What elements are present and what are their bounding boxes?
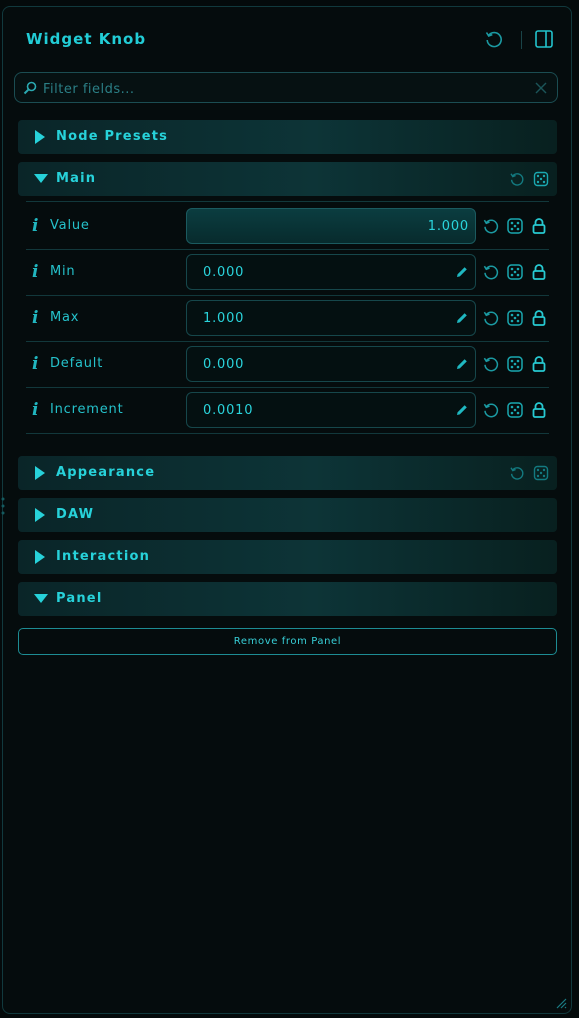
field-value: 1.000 <box>203 311 245 326</box>
section-node-presets[interactable]: Node Presets <box>18 120 557 154</box>
field-row-default: i Default 0.000 <box>26 341 549 387</box>
filter-input[interactable] <box>41 78 525 100</box>
expand-triangle-icon <box>35 466 45 480</box>
field-value: 1.000 <box>427 219 469 234</box>
section-label: Interaction <box>56 549 151 564</box>
section-label: Panel <box>56 591 103 606</box>
expand-triangle-icon <box>35 550 45 564</box>
field-label: Default <box>50 356 104 371</box>
randomize-icon[interactable] <box>506 401 524 419</box>
info-icon[interactable]: i <box>32 400 38 420</box>
randomize-icon[interactable] <box>506 355 524 373</box>
resize-handle-icon[interactable] <box>555 997 567 1009</box>
info-icon[interactable]: i <box>32 354 38 374</box>
lock-icon[interactable] <box>530 217 548 235</box>
remove-from-panel-button[interactable]: Remove from Panel <box>18 628 557 655</box>
reset-icon[interactable] <box>482 401 500 419</box>
field-value: 0.000 <box>203 265 245 280</box>
info-icon[interactable]: i <box>32 262 38 282</box>
lock-icon[interactable] <box>530 309 548 327</box>
field-value: 0.0010 <box>203 403 254 418</box>
field-row-value: i Value 1.000 <box>26 203 549 249</box>
search-icon <box>23 81 37 95</box>
field-row-min: i Min 0.000 <box>26 249 549 295</box>
reset-icon[interactable] <box>482 217 500 235</box>
info-icon[interactable]: i <box>32 216 38 236</box>
divider <box>26 201 549 202</box>
field-label: Value <box>50 218 90 233</box>
lock-icon[interactable] <box>530 263 548 281</box>
max-field[interactable]: 1.000 <box>186 300 476 336</box>
expand-triangle-icon <box>35 130 45 144</box>
edit-pencil-icon[interactable] <box>455 265 469 279</box>
field-label: Max <box>50 310 80 325</box>
section-label: Appearance <box>56 465 156 480</box>
field-label: Increment <box>50 402 124 417</box>
inspector-panel: Widget Knob Node Presets <box>2 6 572 1014</box>
randomize-icon[interactable] <box>506 263 524 281</box>
section-label: DAW <box>56 507 95 522</box>
randomize-section-icon[interactable] <box>533 171 549 187</box>
reset-icon[interactable] <box>482 309 500 327</box>
section-panel[interactable]: Panel <box>18 582 557 616</box>
panel-header: Widget Knob <box>3 7 573 69</box>
divider <box>26 433 549 434</box>
field-value: 0.000 <box>203 357 245 372</box>
field-label: Min <box>50 264 76 279</box>
field-row-increment: i Increment 0.0010 <box>26 387 549 433</box>
toggle-panel-button[interactable] <box>533 28 555 50</box>
reset-section-icon[interactable] <box>509 171 525 187</box>
clear-filter-icon[interactable] <box>535 82 547 94</box>
reset-icon[interactable] <box>482 355 500 373</box>
section-label: Main <box>56 171 97 186</box>
section-interaction[interactable]: Interaction <box>18 540 557 574</box>
field-row-max: i Max 1.000 <box>26 295 549 341</box>
section-daw[interactable]: DAW <box>18 498 557 532</box>
section-appearance[interactable]: Appearance <box>18 456 557 490</box>
edit-pencil-icon[interactable] <box>455 357 469 371</box>
value-slider-field[interactable]: 1.000 <box>186 208 476 244</box>
sidebar-toggle-icon <box>535 30 553 48</box>
collapse-triangle-icon <box>34 174 48 183</box>
panel-title: Widget Knob <box>26 30 147 48</box>
lock-icon[interactable] <box>530 401 548 419</box>
randomize-icon[interactable] <box>506 309 524 327</box>
edit-pencil-icon[interactable] <box>455 311 469 325</box>
filter-field[interactable] <box>14 72 558 103</box>
expand-triangle-icon <box>35 508 45 522</box>
reset-all-button[interactable] <box>483 28 505 50</box>
reset-section-icon[interactable] <box>509 465 525 481</box>
default-field[interactable]: 0.000 <box>186 346 476 382</box>
reset-icon[interactable] <box>482 263 500 281</box>
increment-field[interactable]: 0.0010 <box>186 392 476 428</box>
lock-icon[interactable] <box>530 355 548 373</box>
randomize-section-icon[interactable] <box>533 465 549 481</box>
randomize-icon[interactable] <box>506 217 524 235</box>
drag-grip-icon[interactable] <box>0 496 6 516</box>
reset-icon <box>485 31 502 48</box>
info-icon[interactable]: i <box>32 308 38 328</box>
collapse-triangle-icon <box>34 594 48 603</box>
section-label: Node Presets <box>56 129 169 144</box>
section-main[interactable]: Main <box>18 162 557 196</box>
min-field[interactable]: 0.000 <box>186 254 476 290</box>
header-separator <box>521 31 522 49</box>
edit-pencil-icon[interactable] <box>455 403 469 417</box>
